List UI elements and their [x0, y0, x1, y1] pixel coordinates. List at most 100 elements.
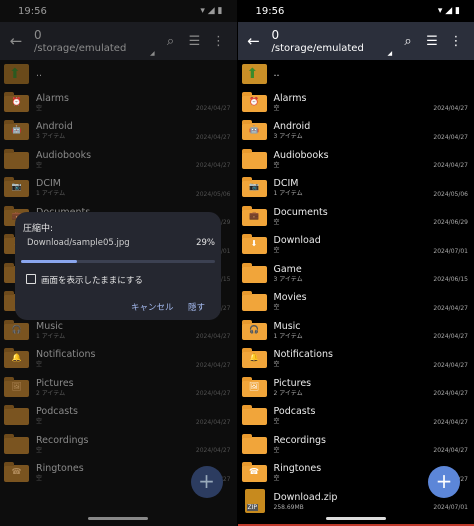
folder-icon	[4, 433, 30, 455]
right-screen: 19:56 ▾ ◢ ▮ ← 0 /storage/emulated ◢ ⌕ ☰ …	[237, 0, 474, 526]
item-name: Recordings	[273, 434, 326, 446]
folder-row[interactable]: Podcasts 空 2024/04/27	[0, 402, 237, 431]
folder-row[interactable]: 🎧 Music 1 アイテム 2024/04/27	[0, 317, 237, 346]
folder-icon	[241, 291, 268, 312]
item-date: 2024/04/27	[195, 418, 231, 426]
folder-row[interactable]: ⏰ Alarms 空 2024/04/27	[0, 89, 237, 118]
folder-row[interactable]: 🎧 Music 1 アイテム 2024/04/27	[238, 317, 474, 346]
folder-row[interactable]: 🖼 Pictures 2 アイテム 2024/04/27	[0, 374, 237, 403]
item-date: 2024/06/15	[433, 276, 468, 283]
folder-icon: 🎧	[4, 319, 30, 341]
folder-icon	[4, 405, 30, 426]
item-date: 2024/05/06	[195, 190, 231, 198]
parent-folder-row[interactable]: ⬆..	[0, 60, 237, 89]
item-date: 2024/04/27	[195, 447, 231, 454]
folder-row[interactable]: 📷 DCIM 1 アイテム 2024/05/06	[238, 174, 474, 203]
item-name: Podcasts	[36, 406, 78, 418]
progress-bar	[21, 260, 215, 263]
hide-button[interactable]: 隠す	[188, 301, 205, 313]
folder-row[interactable]: 📷 DCIM 1 アイテム 2024/05/06	[0, 174, 237, 203]
folder-row[interactable]: ⏰ Alarms 空 2024/04/27	[238, 89, 474, 118]
path-dropdown-icon[interactable]: ◢	[388, 50, 393, 57]
item-date: 2024/04/27	[195, 162, 231, 169]
item-date: 2024/04/27	[433, 133, 468, 141]
folder-icon: 🎧	[241, 319, 268, 341]
more-vert-icon[interactable]: ⋮	[444, 34, 468, 49]
dialog-filename: Download/sample05.jpg	[27, 238, 130, 248]
compress-progress-dialog: 圧縮中: Download/sample05.jpg 29% 画面を表示したまま…	[15, 212, 221, 320]
keep-screen-on-label[interactable]: 画面を表示したままにする	[41, 274, 143, 286]
folder-row[interactable]: Movies空2024/04/27	[238, 288, 474, 317]
keep-screen-on-checkbox[interactable]	[26, 274, 36, 284]
folder-icon: 🔔	[241, 348, 268, 369]
current-path[interactable]: /storage/emulated	[272, 42, 397, 55]
item-name: Download	[273, 235, 321, 247]
item-name: Music	[36, 320, 64, 332]
folder-row[interactable]: Audiobooks 空 2024/04/27	[238, 146, 474, 175]
path-dropdown-icon[interactable]: ◢	[150, 50, 155, 57]
folder-row[interactable]: 🤖 Android 3 アイテム 2024/04/27	[238, 117, 474, 146]
folder-row[interactable]: Podcasts 空 2024/04/27	[238, 402, 474, 431]
left-screen: 19:56 ▾ ◢ ▮ ← 0 /storage/emulated ◢ ⌕ ☰ …	[0, 0, 238, 526]
list-view-icon[interactable]: ☰	[420, 34, 444, 49]
item-name: Pictures	[36, 377, 74, 389]
add-fab-button[interactable]: +	[190, 466, 223, 498]
parent-folder-row[interactable]: ⬆..	[238, 60, 474, 89]
add-fab-button[interactable]: +	[428, 466, 460, 498]
search-icon[interactable]: ⌕	[159, 34, 183, 49]
item-date: 2024/04/27	[195, 133, 231, 141]
folder-icon: 🖼	[241, 376, 268, 398]
toolbar-title: 0 /storage/emulated	[34, 28, 159, 55]
item-name: Music	[273, 320, 301, 332]
more-vert-icon[interactable]: ⋮	[207, 34, 231, 49]
item-name: Recordings	[36, 434, 89, 446]
item-date: 2024/04/27	[433, 105, 468, 112]
folder-row[interactable]: Audiobooks 空 2024/04/27	[0, 146, 237, 175]
folder-row[interactable]: 🖼 Pictures 2 アイテム 2024/04/27	[238, 374, 474, 403]
folder-row[interactable]: 🔔 Notifications 空 2024/04/27	[0, 345, 237, 374]
folder-icon	[241, 262, 268, 284]
folder-row[interactable]: 🔔 Notifications 空 2024/04/27	[238, 345, 474, 374]
item-name: Notifications	[273, 349, 333, 361]
status-icons: ▾ ◢ ▮	[437, 6, 460, 16]
back-arrow-icon[interactable]: ←	[6, 32, 26, 50]
parent-folder-icon: ⬆	[241, 64, 268, 85]
item-date: 2024/04/27	[433, 418, 468, 426]
item-date: 2024/04/27	[433, 447, 468, 454]
folder-icon: 💼	[241, 205, 268, 227]
list-view-icon[interactable]: ☰	[183, 34, 207, 49]
item-name: Android	[36, 121, 73, 133]
item-date: 2024/04/27	[195, 105, 231, 112]
back-arrow-icon[interactable]: ←	[244, 32, 264, 50]
item-name: Movies	[273, 292, 307, 304]
folder-row[interactable]: Recordings 空 2024/04/27	[238, 431, 474, 460]
item-name: DCIM	[36, 178, 61, 190]
item-name: Game	[273, 263, 302, 275]
cancel-button[interactable]: キャンセル	[131, 301, 174, 313]
folder-icon	[241, 433, 268, 455]
folder-row[interactable]: Game3 アイテム2024/06/15	[238, 260, 474, 289]
status-bar: 19:56 ▾ ◢ ▮	[238, 0, 474, 22]
item-date: 2024/04/27	[433, 333, 468, 340]
selection-count: 0	[271, 27, 280, 42]
folder-row[interactable]: ⬇Download空2024/07/01	[238, 231, 474, 260]
dialog-title: 圧縮中:	[23, 224, 54, 234]
selection-count: 0	[34, 27, 42, 42]
item-name: Alarms	[273, 92, 307, 104]
gesture-navbar	[325, 517, 386, 520]
folder-row[interactable]: 🤖 Android 3 アイテム 2024/04/27	[0, 117, 237, 146]
toolbar-title: 0 /storage/emulated	[272, 28, 397, 55]
folder-icon: ⏰	[241, 91, 268, 113]
folder-row[interactable]: 💼Documents空2024/06/29	[238, 203, 474, 232]
folder-icon: 📷	[241, 177, 268, 198]
status-time: 19:56	[18, 5, 47, 17]
search-icon[interactable]: ⌕	[396, 34, 420, 49]
folder-icon	[4, 148, 30, 170]
gesture-navbar	[88, 517, 149, 520]
status-icons: ▾ ◢ ▮	[200, 6, 223, 16]
folder-icon: ☎	[4, 462, 30, 483]
item-date: 2024/04/27	[433, 162, 468, 169]
folder-row[interactable]: Recordings 空 2024/04/27	[0, 431, 237, 460]
status-time: 19:56	[255, 5, 285, 17]
current-path[interactable]: /storage/emulated	[34, 42, 159, 55]
